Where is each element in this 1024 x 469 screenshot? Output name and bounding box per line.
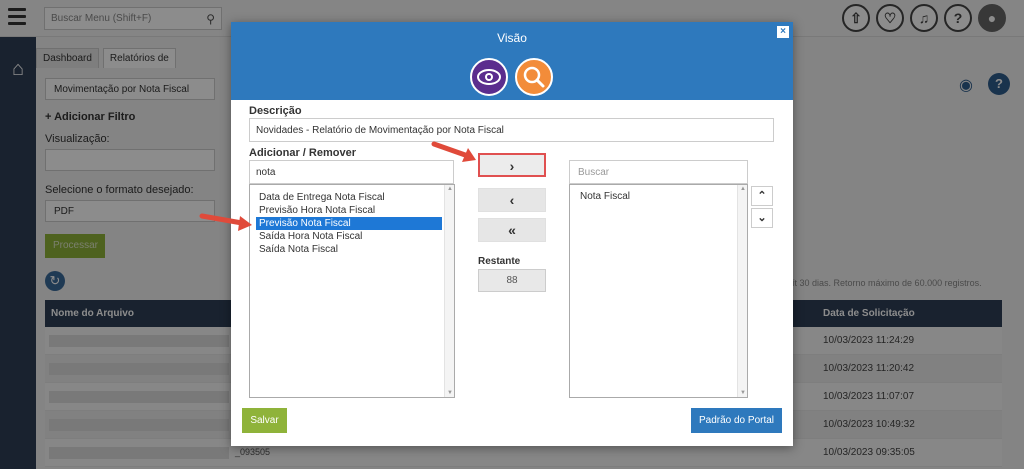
scroll-down-icon[interactable]: ▼ — [446, 390, 454, 396]
selected-search-input[interactable]: Buscar — [569, 160, 748, 184]
remove-all-fields-button[interactable]: « — [478, 218, 546, 242]
remove-field-button[interactable]: ‹ — [478, 188, 546, 212]
move-up-button[interactable]: ⌃ — [751, 186, 773, 206]
scroll-up-icon[interactable]: ▲ — [446, 186, 454, 192]
scroll-down-icon[interactable]: ▼ — [739, 390, 747, 396]
add-field-button[interactable]: › — [478, 153, 546, 177]
selected-fields-list[interactable]: Nota Fiscal ▲ ▼ — [569, 184, 748, 398]
modal-title: Visão — [497, 31, 527, 45]
list-item-selected[interactable]: Previsão Nota Fiscal — [256, 217, 442, 230]
available-filter-input[interactable]: nota — [249, 160, 454, 184]
annotation-arrow-item — [199, 213, 252, 231]
list-item[interactable]: Nota Fiscal — [577, 190, 735, 203]
description-input[interactable]: Novidades - Relatório de Movimentação po… — [249, 118, 774, 142]
description-label: Descrição — [249, 105, 302, 117]
view-modal: Visão × Descrição Novidades - Relatório … — [231, 22, 793, 446]
annotation-arrow-add — [431, 141, 476, 162]
move-down-button[interactable]: ⌄ — [751, 208, 773, 228]
search-icon[interactable] — [515, 58, 553, 96]
scrollbar[interactable]: ▲ ▼ — [444, 185, 454, 397]
list-item[interactable]: Saída Nota Fiscal — [256, 243, 442, 256]
list-item[interactable]: Previsão Hora Nota Fiscal — [256, 204, 442, 217]
list-item[interactable]: Data de Entrega Nota Fiscal — [256, 191, 442, 204]
remaining-label: Restante — [478, 256, 521, 267]
close-icon[interactable]: × — [777, 26, 789, 38]
available-fields-list[interactable]: Data de Entrega Nota Fiscal Previsão Hor… — [249, 184, 455, 398]
save-button[interactable]: Salvar — [242, 408, 287, 433]
scroll-up-icon[interactable]: ▲ — [739, 186, 747, 192]
eye-icon[interactable] — [470, 58, 508, 96]
modal-header: Visão × — [231, 22, 793, 100]
portal-default-button[interactable]: Padrão do Portal — [691, 408, 782, 433]
add-remove-label: Adicionar / Remover — [249, 147, 356, 159]
remaining-count: 88 — [478, 269, 546, 292]
scrollbar[interactable]: ▲ ▼ — [737, 185, 747, 397]
list-item[interactable]: Saída Hora Nota Fiscal — [256, 230, 442, 243]
